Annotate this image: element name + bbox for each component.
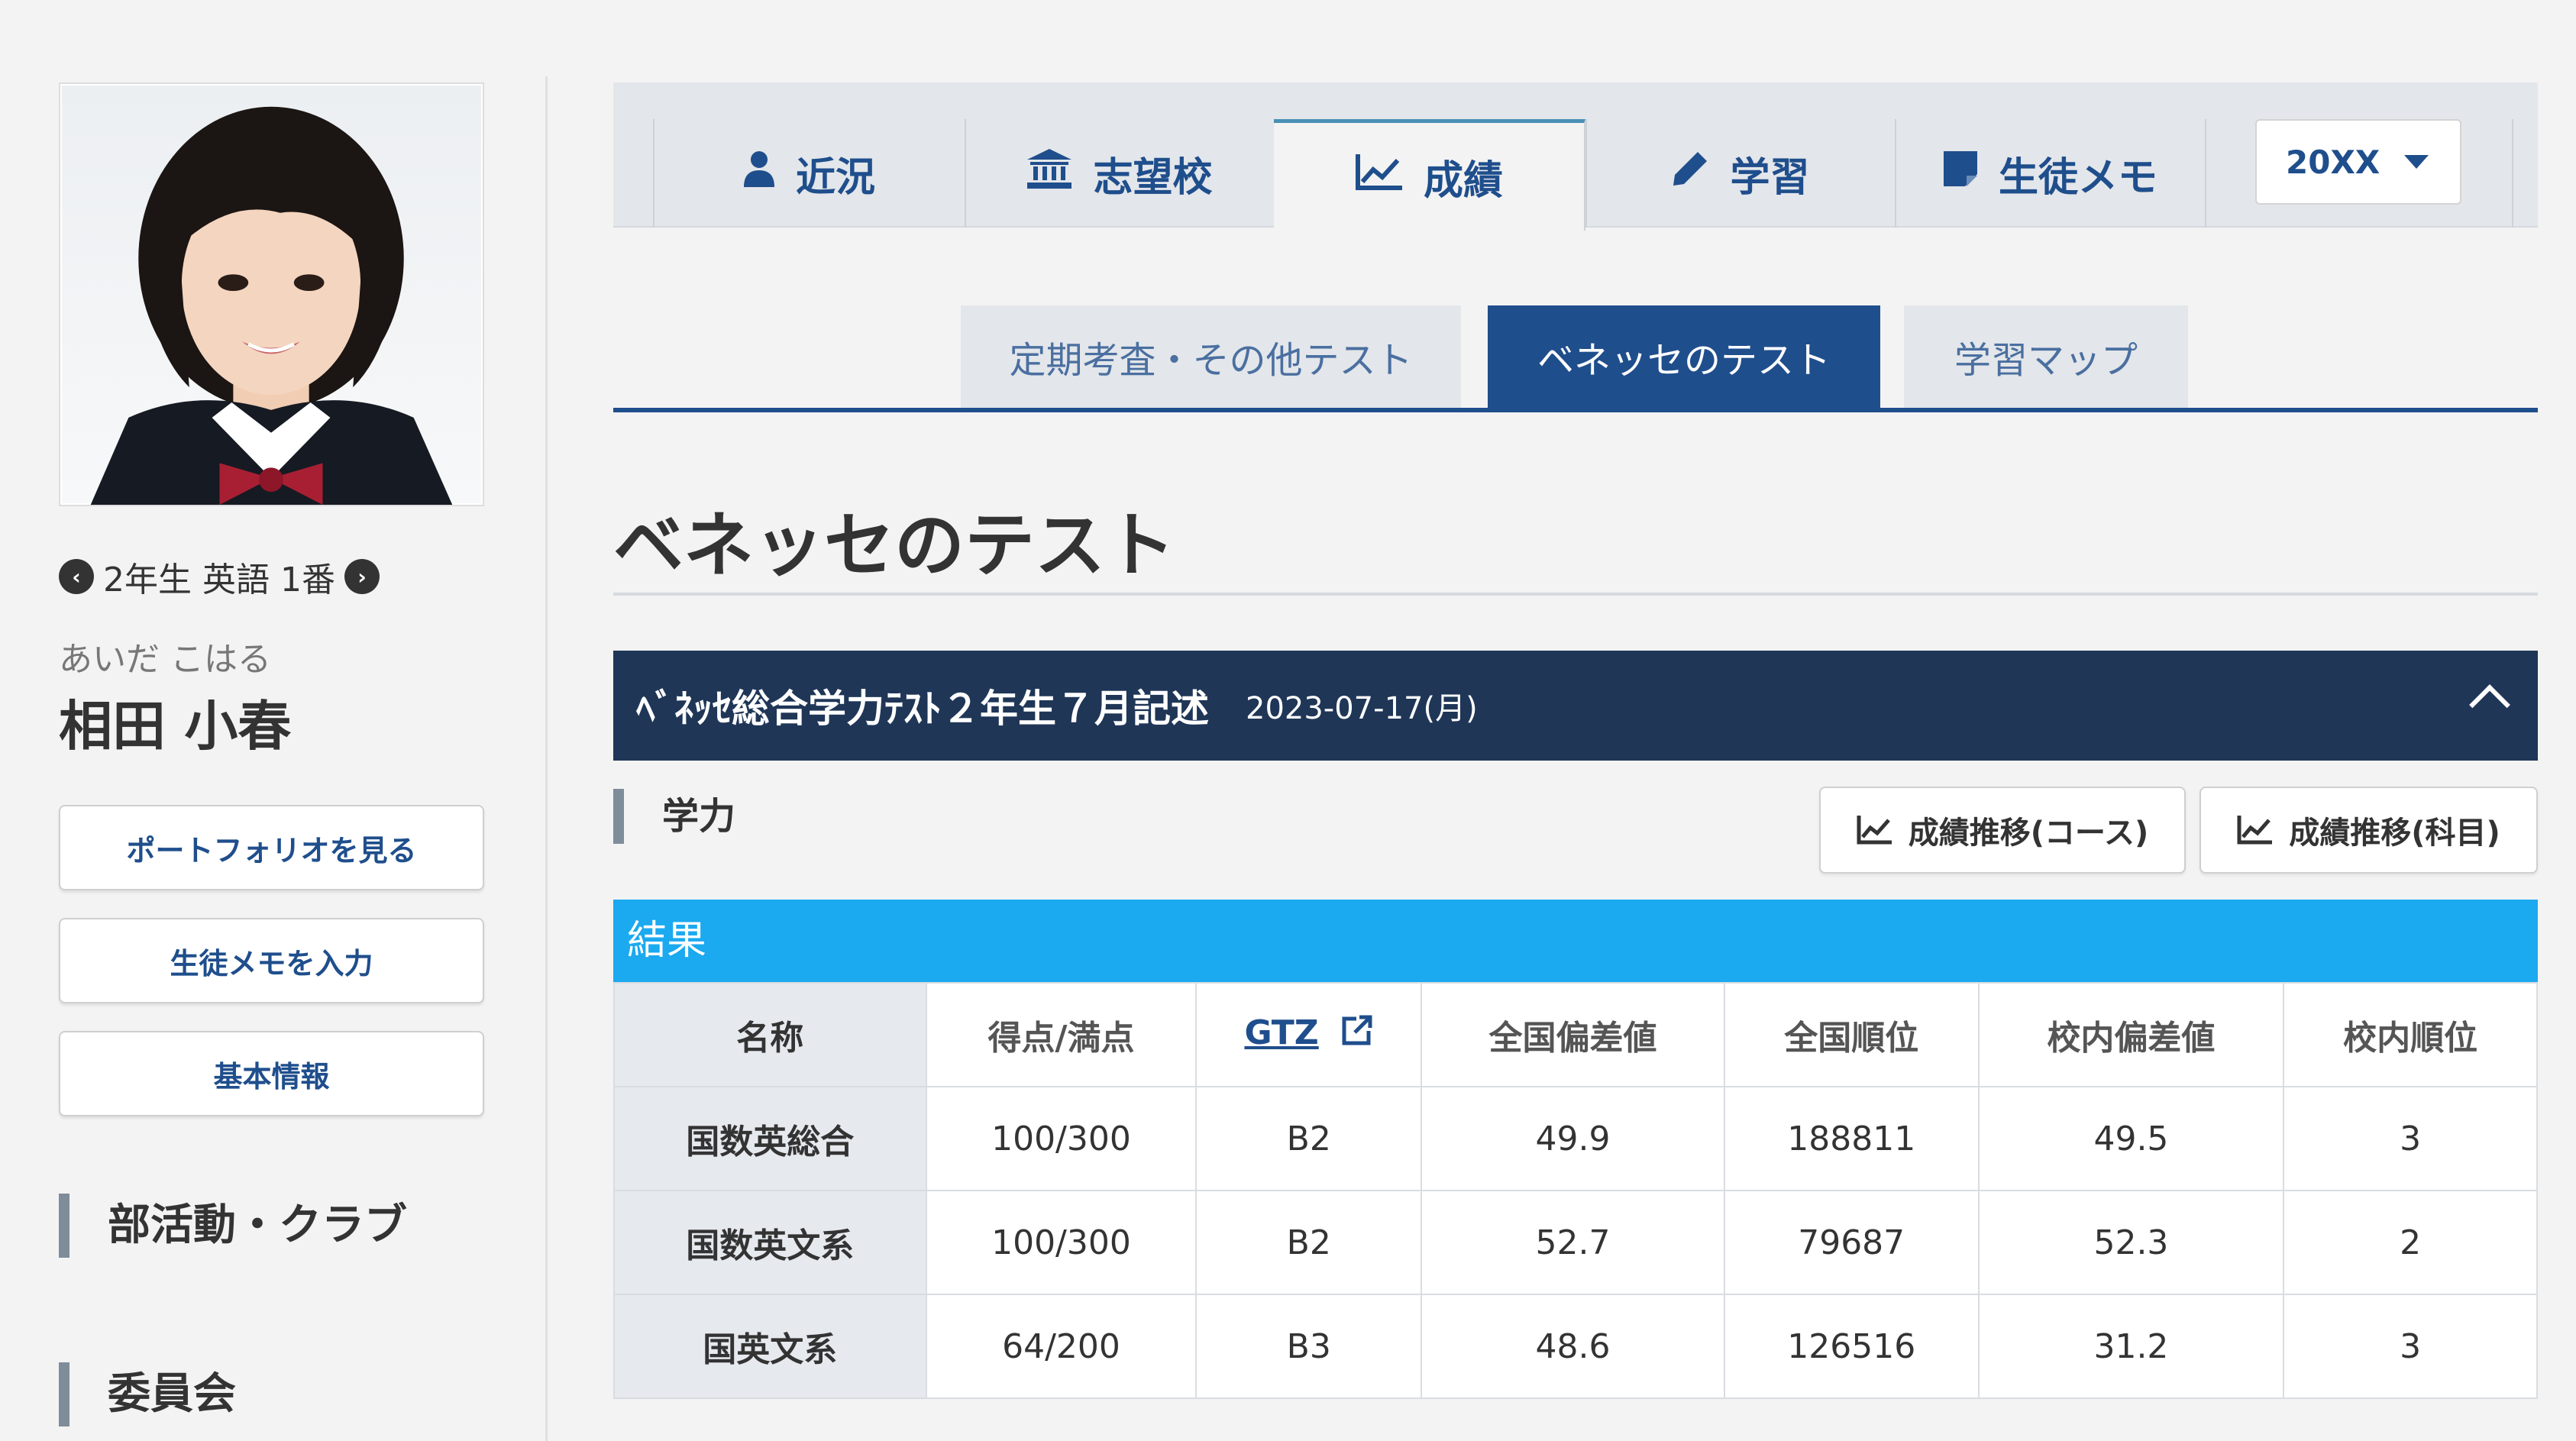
- exam-date: 2023-07-17(月): [1246, 691, 1478, 726]
- tab-separator: [2205, 119, 2206, 228]
- column-header-school-rank: 校内順位: [2283, 982, 2538, 1087]
- pencil-icon: [1672, 150, 1708, 196]
- cell-name: 国英文系: [613, 1294, 927, 1399]
- cell-score: 100/300: [925, 1086, 1198, 1191]
- tab-label: 志望校: [1093, 154, 1213, 201]
- trend-course-button[interactable]: 成績推移(コース): [1819, 787, 2186, 874]
- cell-gtz: B2: [1195, 1190, 1423, 1295]
- line-chart-icon: [1355, 153, 1402, 200]
- cell-national-rank: 79687: [1723, 1190, 1980, 1295]
- tab-grades[interactable]: 成績: [1274, 119, 1585, 231]
- subtab-study-map[interactable]: 学習マップ: [1904, 305, 2188, 408]
- cell-school-rank: 3: [2283, 1294, 2538, 1399]
- cell-gtz: B2: [1195, 1086, 1423, 1191]
- note-icon: [1943, 151, 1977, 195]
- cell-score: 64/200: [925, 1294, 1198, 1399]
- year-select-value: 20XX: [2286, 143, 2380, 181]
- table-header-row: 名称 得点/満点 GTZ 全国偏差値 全国順位 校内偏差値 校内順位: [613, 982, 2538, 1087]
- institution-icon: [1027, 149, 1072, 198]
- club-activities-heading: 部活動・クラブ: [59, 1194, 484, 1258]
- tab-recent-status[interactable]: 近況: [653, 119, 965, 228]
- caret-down-icon: [2404, 155, 2429, 169]
- table-row: 国英文系 64/200 B3 48.6 126516 31.2 3: [613, 1294, 2538, 1399]
- student-name: 相田 小春: [59, 695, 292, 758]
- tab-label: 生徒メモ: [1998, 154, 2157, 201]
- student-sidebar: ‹ 2年生 英語 1番 › あいだ こはる 相田 小春 ポートフォリオを見る 生…: [59, 82, 484, 1144]
- tab-student-memo[interactable]: 生徒メモ: [1895, 119, 2205, 228]
- trend-subject-button[interactable]: 成績推移(科目): [2199, 787, 2538, 874]
- sidebar-divider: [545, 76, 548, 1441]
- exam-title: ﾍﾞﾈｯｾ総合学力ﾃｽﾄ２年生７月記述: [636, 687, 1209, 731]
- previous-student-icon[interactable]: ‹: [59, 559, 94, 594]
- next-student-icon[interactable]: ›: [344, 559, 380, 594]
- student-photo: [59, 82, 484, 506]
- table-row: 国数英文系 100/300 B2 52.7 79687 52.3 2: [613, 1190, 2538, 1295]
- subtab-periodic-exams[interactable]: 定期考査・その他テスト: [961, 305, 1461, 408]
- main-tab-bar: 近況 志望校 成績 学習 生徒メモ 20XX: [613, 82, 2538, 231]
- line-chart-icon: [2237, 816, 2273, 845]
- table-row: 国数英総合 100/300 B2 49.9 188811 49.5 3: [613, 1086, 2538, 1191]
- year-select[interactable]: 20XX: [2255, 119, 2461, 205]
- cell-score: 100/300: [925, 1190, 1198, 1295]
- tab-label: 学習: [1730, 154, 1810, 201]
- committee-heading: 委員会: [59, 1362, 484, 1426]
- gtz-link[interactable]: GTZ: [1244, 1013, 1318, 1052]
- results-table: 名称 得点/満点 GTZ 全国偏差値 全国順位 校内偏差値 校内順位 国数英総合…: [613, 982, 2538, 1399]
- cell-name: 国数英総合: [613, 1086, 927, 1191]
- chevron-up-icon[interactable]: [2469, 684, 2510, 725]
- enter-student-memo-button[interactable]: 生徒メモを入力: [59, 918, 484, 1003]
- page-title: ベネッセのテスト: [613, 489, 2538, 596]
- tab-study[interactable]: 学習: [1585, 119, 1895, 228]
- tab-target-school[interactable]: 志望校: [965, 119, 1274, 228]
- cell-national-deviation: 49.9: [1421, 1086, 1725, 1191]
- cell-school-deviation: 52.3: [1977, 1190, 2285, 1295]
- subtab-benesse-tests[interactable]: ベネッセのテスト: [1488, 305, 1880, 408]
- results-title-bar: 結果: [613, 900, 2538, 982]
- external-link-icon[interactable]: [1340, 1014, 1373, 1056]
- column-header-school-deviation: 校内偏差値: [1977, 982, 2285, 1087]
- student-portrait-image: [90, 106, 453, 505]
- column-header-national-rank: 全国順位: [1723, 982, 1980, 1087]
- sub-tab-bar: 定期考査・その他テスト ベネッセのテスト 学習マップ: [613, 305, 2538, 412]
- exam-accordion-header[interactable]: ﾍﾞﾈｯｾ総合学力ﾃｽﾄ２年生７月記述 2023-07-17(月): [613, 651, 2538, 761]
- cell-national-rank: 188811: [1723, 1086, 1980, 1191]
- cell-national-deviation: 52.7: [1421, 1190, 1725, 1295]
- column-header-gtz: GTZ: [1195, 982, 1423, 1087]
- user-icon: [743, 150, 774, 196]
- tab-separator: [2512, 119, 2513, 228]
- student-position: 2年生 英語 1番: [103, 561, 335, 599]
- cell-school-deviation: 49.5: [1977, 1086, 2285, 1191]
- cell-national-rank: 126516: [1723, 1294, 1980, 1399]
- trend-course-label: 成績推移(コース): [1908, 816, 2149, 851]
- cell-school-deviation: 31.2: [1977, 1294, 2285, 1399]
- view-portfolio-button[interactable]: ポートフォリオを見る: [59, 805, 484, 890]
- cell-school-rank: 2: [2283, 1190, 2538, 1295]
- section-heading-academic: 学力: [613, 789, 735, 844]
- cell-national-deviation: 48.6: [1421, 1294, 1725, 1399]
- cell-name: 国数英文系: [613, 1190, 927, 1295]
- column-header-score: 得点/満点: [925, 982, 1198, 1087]
- student-navigator: ‹ 2年生 英語 1番 ›: [59, 552, 484, 601]
- basic-info-button[interactable]: 基本情報: [59, 1031, 484, 1116]
- tab-label: 近況: [795, 154, 875, 201]
- student-name-kana: あいだ こはる: [59, 640, 271, 679]
- line-chart-icon: [1857, 816, 1892, 845]
- column-header-name: 名称: [613, 982, 927, 1087]
- cell-gtz: B3: [1195, 1294, 1423, 1399]
- tab-label: 成績: [1423, 158, 1503, 204]
- cell-school-rank: 3: [2283, 1086, 2538, 1191]
- column-header-national-deviation: 全国偏差値: [1421, 982, 1725, 1087]
- trend-subject-label: 成績推移(科目): [2289, 816, 2500, 851]
